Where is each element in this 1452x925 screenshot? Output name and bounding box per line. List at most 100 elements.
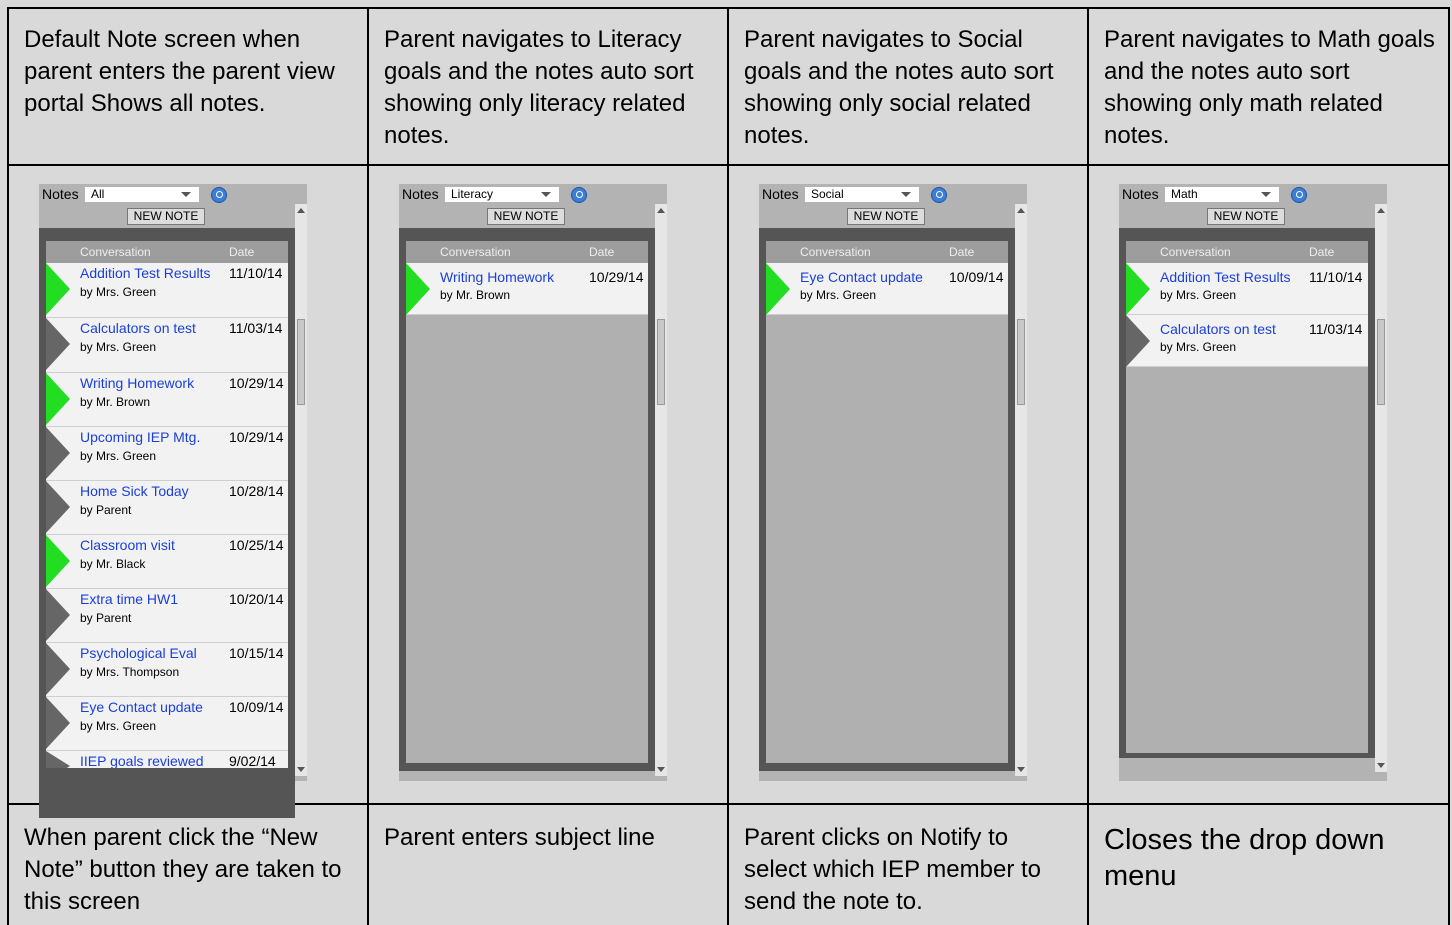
note-row[interactable]: Addition Test Results by Mrs. Green 11/10/…: [1126, 263, 1368, 315]
notes-panel-literacy: Notes Literacy NEW NOTE Conversation Date Wri…: [399, 184, 667, 781]
note-title-link[interactable]: Classroom visit: [80, 537, 175, 553]
note-author: by Mr. Brown: [80, 395, 151, 409]
notes-list: Conversation Date Eye Contact update by Mrs…: [759, 228, 1015, 771]
note-title-link[interactable]: Calculators on test: [80, 320, 196, 336]
notes-list-body: Addition Test Results by Mrs. Green 11/10/…: [46, 263, 288, 768]
note-row[interactable]: Eye Contact update by Mrs. Green 10/09/14: [766, 263, 1008, 315]
scroll-up-arrow-icon[interactable]: [1017, 208, 1025, 213]
note-row[interactable]: Writing Homework by Mr. Brown 10/29/14: [46, 373, 288, 427]
chevron-down-icon: [541, 192, 551, 197]
unread-arrow-icon: [46, 263, 70, 315]
note-date: 10/20/14: [229, 591, 284, 607]
vertical-scrollbar[interactable]: [1015, 204, 1027, 776]
caption-default-note-screen: Default Note screen when parent enters t…: [24, 26, 335, 117]
unread-arrow-icon: [46, 373, 70, 425]
notes-list: Conversation Date Addition Test Results by …: [1119, 228, 1375, 758]
unread-arrow-icon: [1126, 263, 1150, 315]
scrollbar-thumb[interactable]: [657, 319, 665, 405]
new-note-button[interactable]: NEW NOTE: [1207, 208, 1285, 225]
note-date: 10/28/14: [229, 483, 284, 499]
notes-filter-dropdown[interactable]: All: [85, 187, 199, 202]
new-note-button[interactable]: NEW NOTE: [847, 208, 925, 225]
filter-selected-value: Math: [1171, 187, 1198, 201]
scroll-up-arrow-icon[interactable]: [657, 208, 665, 213]
notes-filter-dropdown[interactable]: Literacy: [445, 187, 559, 202]
read-arrow-icon: [46, 751, 70, 768]
note-date: 11/10/14: [229, 265, 283, 281]
note-author: by Parent: [80, 503, 132, 517]
scrollbar-thumb[interactable]: [1017, 319, 1025, 405]
scroll-up-arrow-icon[interactable]: [297, 208, 305, 213]
note-title-link[interactable]: Home Sick Today: [80, 483, 189, 499]
note-title-link[interactable]: Eye Contact update: [80, 699, 203, 715]
notes-list: Conversation Date Addition Test Results by …: [39, 228, 295, 818]
note-row[interactable]: Writing Homework by Mr. Brown 10/29/14: [406, 263, 648, 315]
vertical-scrollbar[interactable]: [1375, 204, 1387, 772]
note-date: 10/15/14: [229, 645, 284, 661]
scroll-down-arrow-icon[interactable]: [1017, 767, 1025, 772]
new-note-button[interactable]: NEW NOTE: [127, 208, 205, 225]
note-author: by Mrs. Green: [80, 340, 157, 354]
new-note-button[interactable]: NEW NOTE: [487, 208, 565, 225]
scroll-up-arrow-icon[interactable]: [1377, 208, 1385, 213]
note-date: 10/29/14: [589, 269, 644, 285]
filter-selected-value: Literacy: [451, 187, 494, 201]
notes-list-header: Conversation Date: [406, 241, 648, 263]
caption-math-filter: Parent navigates to Math goals and the n…: [1104, 26, 1435, 149]
note-title-link[interactable]: Extra time HW1: [80, 591, 178, 607]
note-title-link[interactable]: Upcoming IEP Mtg.: [80, 429, 200, 445]
note-row[interactable]: Home Sick Today by Parent 10/28/14: [46, 481, 288, 535]
note-row[interactable]: Extra time HW1 by Parent 10/20/14: [46, 589, 288, 643]
note-row[interactable]: IIEP goals reviewed 9/02/14: [46, 751, 288, 768]
notes-label: Notes: [762, 186, 799, 202]
search-icon[interactable]: [1291, 187, 1307, 203]
note-author: by Mrs. Green: [80, 285, 157, 299]
note-row[interactable]: Classroom visit by Mr. Black 10/25/14: [46, 535, 288, 589]
chevron-down-icon: [1261, 192, 1271, 197]
search-icon[interactable]: [931, 187, 947, 203]
note-row[interactable]: Upcoming IEP Mtg. by Mrs. Green 10/29/14: [46, 427, 288, 481]
scroll-down-arrow-icon[interactable]: [297, 767, 305, 772]
unread-arrow-icon: [46, 535, 70, 587]
note-title-link[interactable]: Addition Test Results: [1160, 269, 1290, 285]
caption-subject-line: Parent enters subject line: [384, 824, 655, 851]
read-arrow-icon: [46, 481, 70, 533]
note-row[interactable]: Calculators on test by Mrs. Green 11/03/14: [1126, 315, 1368, 367]
column-header-conversation: Conversation: [1160, 245, 1231, 259]
note-title-link[interactable]: IIEP goals reviewed: [80, 753, 203, 768]
caption-social-filter: Parent navigates to Social goals and the…: [744, 26, 1054, 149]
note-title-link[interactable]: Writing Homework: [80, 375, 194, 391]
table-border-col2: [727, 7, 729, 925]
notes-panel-all: Notes All NEW NOTE Conversation Date Addition…: [39, 184, 307, 818]
caption-literacy-filter: Parent navigates to Literacy goals and t…: [384, 26, 694, 149]
note-author: by Mrs. Thompson: [80, 665, 180, 679]
notes-filter-dropdown[interactable]: Social: [805, 187, 919, 202]
read-arrow-icon: [46, 318, 70, 370]
note-title-link[interactable]: Psychological Eval: [80, 645, 197, 661]
note-title-link[interactable]: Addition Test Results: [80, 265, 210, 281]
vertical-scrollbar[interactable]: [655, 204, 667, 776]
scrollbar-thumb[interactable]: [1377, 319, 1385, 405]
notes-filter-dropdown[interactable]: Math: [1165, 187, 1279, 202]
scroll-down-arrow-icon[interactable]: [657, 767, 665, 772]
column-header-conversation: Conversation: [80, 245, 151, 259]
read-arrow-icon: [46, 697, 70, 749]
table-border-col3: [1087, 7, 1089, 925]
search-icon[interactable]: [571, 187, 587, 203]
note-author: by Mrs. Green: [800, 288, 877, 302]
note-title-link[interactable]: Calculators on test: [1160, 321, 1276, 337]
note-row[interactable]: Eye Contact update by Mrs. Green 10/09/14: [46, 697, 288, 751]
scrollbar-thumb[interactable]: [297, 319, 305, 405]
note-row[interactable]: Addition Test Results by Mrs. Green 11/10/…: [46, 263, 288, 318]
search-icon[interactable]: [211, 187, 227, 203]
column-header-conversation: Conversation: [440, 245, 511, 259]
note-date: 10/09/14: [949, 269, 1004, 285]
note-row[interactable]: Psychological Eval by Mrs. Thompson 10/15/…: [46, 643, 288, 697]
note-title-link[interactable]: Writing Homework: [440, 269, 554, 285]
scroll-down-arrow-icon[interactable]: [1377, 763, 1385, 768]
read-arrow-icon: [1126, 315, 1150, 367]
vertical-scrollbar[interactable]: [295, 204, 307, 776]
note-row[interactable]: Calculators on test by Mrs. Green 11/03/14: [46, 318, 288, 373]
note-title-link[interactable]: Eye Contact update: [800, 269, 923, 285]
notes-list: Conversation Date Writing Homework by Mr. B…: [399, 228, 655, 771]
